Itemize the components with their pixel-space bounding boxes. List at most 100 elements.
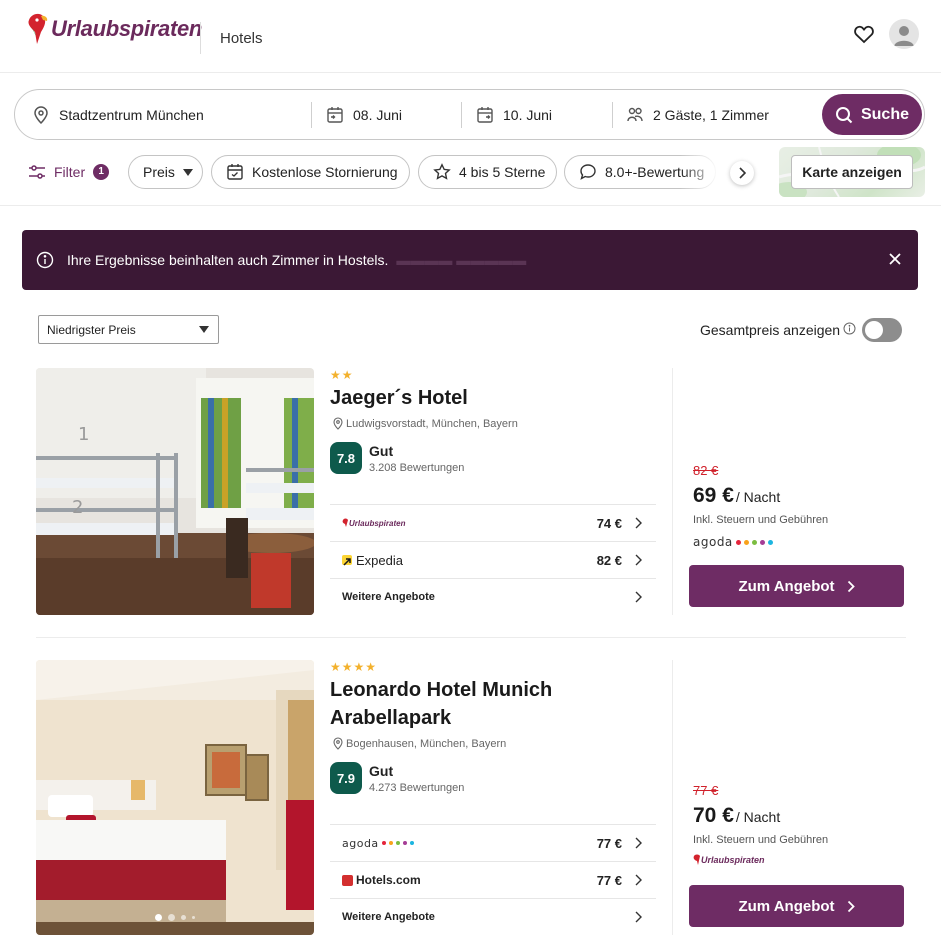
agoda-dot [402,841,407,845]
agoda-dot [767,539,773,545]
carousel-dot[interactable] [181,915,186,920]
chip-scroll-fade [680,155,720,189]
score-badge: 7.9 [330,762,362,794]
price: 69 € / Nacht [693,484,780,508]
total-price-toggle[interactable] [862,318,902,342]
offer-row[interactable]: Hotels.com 77 € [330,861,656,898]
caret-down-icon [182,168,193,176]
to-offer-button[interactable]: Zum Angebot [689,565,904,607]
filter-count-badge: 1 [93,164,110,180]
parrot-icon [342,518,348,527]
agoda-dot [759,539,765,545]
checkin-value: 08. Juni [353,106,403,123]
tax-note: Inkl. Steuern und Gebühren [693,834,829,846]
guests-icon [627,107,643,121]
offer-row[interactable]: Urlaubspiraten 74 € [330,504,656,541]
hotels-com-logo-icon [342,874,353,886]
show-map-button[interactable]: Karte anzeigen [791,155,913,189]
hotel-photo-image: 1 2 [36,368,314,615]
hotel-photo[interactable] [36,660,314,935]
chevron-right-icon [635,874,642,886]
filter-label: Filter [54,164,86,180]
hostel-info-banner: Ihre Ergebnisse beinhalten auch Zimmer i… [22,230,918,290]
provider-urlaubspiraten: Urlaubspiraten [342,518,405,528]
offer-row[interactable]: agoda 77 € [330,824,656,861]
more-offers-row[interactable]: Weitere Angebote [330,898,656,935]
hotel-photo-image [36,660,314,935]
hotel-stars: ★★ [330,368,354,382]
carousel-dot[interactable] [155,914,162,921]
agoda-dot [751,539,757,545]
card-divider [672,368,673,615]
toggle-knob [865,321,883,339]
hotel-location-text: Ludwigsvorstadt, München, Bayern [346,417,518,430]
banner-text: Ihre Ergebnisse beinhalten auch Zimmer i… [67,252,389,268]
chevron-right-icon [635,591,642,603]
provider-hotels-com: Hotels.com [342,873,421,887]
heart-icon[interactable] [852,22,876,46]
price-value: 69 € [693,484,734,507]
review-count[interactable]: 4.273 Bewertungen [369,782,464,794]
guests-value: 2 Gäste, 1 Zimmer [653,106,769,123]
checkout-value: 10. Juni [503,106,553,123]
chip-price[interactable]: Preis [128,155,203,189]
more-offers-row[interactable]: Weitere Angebote [330,578,656,615]
destination-field[interactable]: Stadtzentrum München [31,90,311,139]
brand-name: Urlaubspiraten [51,16,203,41]
carousel-dots[interactable] [36,914,314,921]
location-pin-icon [34,105,48,124]
banner-faded-link[interactable]: ▬▬▬▬ ▬▬▬▬▬ [396,252,526,268]
chips-next-button[interactable] [730,161,754,185]
guests-field[interactable]: 2 Gäste, 1 Zimmer [625,90,815,139]
offer-row[interactable]: Expedia 82 € [330,541,656,578]
provider-name: Urlaubspiraten [349,518,406,528]
header-divider [200,22,201,54]
old-price: 82 € [693,463,719,478]
search-separator [461,102,462,128]
offer-price: 82 € [596,552,622,568]
search-button[interactable]: Suche [822,94,922,135]
sort-value: Niedrigster Preis [47,322,136,337]
brand-logo[interactable]: Urlaubspiraten [25,12,202,46]
speech-bubble-icon [580,164,596,180]
best-provider-logo: agoda [693,535,773,549]
parrot-icon [693,854,700,865]
caret-down-icon [199,326,209,333]
score-badge: 7.8 [330,442,362,474]
per-night: / Nacht [735,489,781,505]
agoda-dot [735,539,741,545]
checkin-field[interactable]: 08. Juni [325,90,460,139]
filter-button[interactable]: Filter 1 [28,162,110,182]
per-night: / Nacht [735,809,781,825]
close-icon[interactable] [886,250,904,268]
svg-text:2: 2 [72,497,83,518]
agoda-dot [409,841,414,845]
carousel-dot[interactable] [192,916,195,919]
price: 70 € / Nacht [693,804,780,828]
hotel-photo[interactable]: 1 2 [36,368,314,615]
info-icon[interactable] [843,322,856,335]
nav-hotels[interactable]: Hotels [220,30,263,47]
sort-select[interactable]: Niedrigster Preis [38,315,219,344]
chip-stars[interactable]: 4 bis 5 Sterne [418,155,557,189]
info-icon [36,251,54,269]
hotel-name[interactable]: Leonardo Hotel Munich Arabellapark [330,676,590,732]
card-divider [672,660,673,935]
tax-note: Inkl. Steuern und Gebühren [693,514,829,526]
carousel-dot[interactable] [168,914,175,921]
card-separator [36,637,906,638]
search-bar: Stadtzentrum München 08. Juni 10. Juni 2… [14,89,925,140]
hotel-stars: ★★★★ [330,660,378,674]
chip-stars-label: 4 bis 5 Sterne [459,164,546,180]
hotel-name[interactable]: Jaeger´s Hotel [330,384,650,412]
to-offer-label: Zum Angebot [738,897,835,915]
review-count[interactable]: 3.208 Bewertungen [369,462,464,474]
search-icon [835,106,853,123]
provider-expedia: Expedia [342,553,403,568]
user-avatar[interactable] [889,19,919,49]
checkout-field[interactable]: 10. Juni [475,90,610,139]
chip-free-cancellation[interactable]: Kostenlose Stornierung [211,155,410,189]
to-offer-button[interactable]: Zum Angebot [689,885,904,927]
chevron-right-icon [635,517,642,529]
agoda-logo: agoda [693,535,733,549]
